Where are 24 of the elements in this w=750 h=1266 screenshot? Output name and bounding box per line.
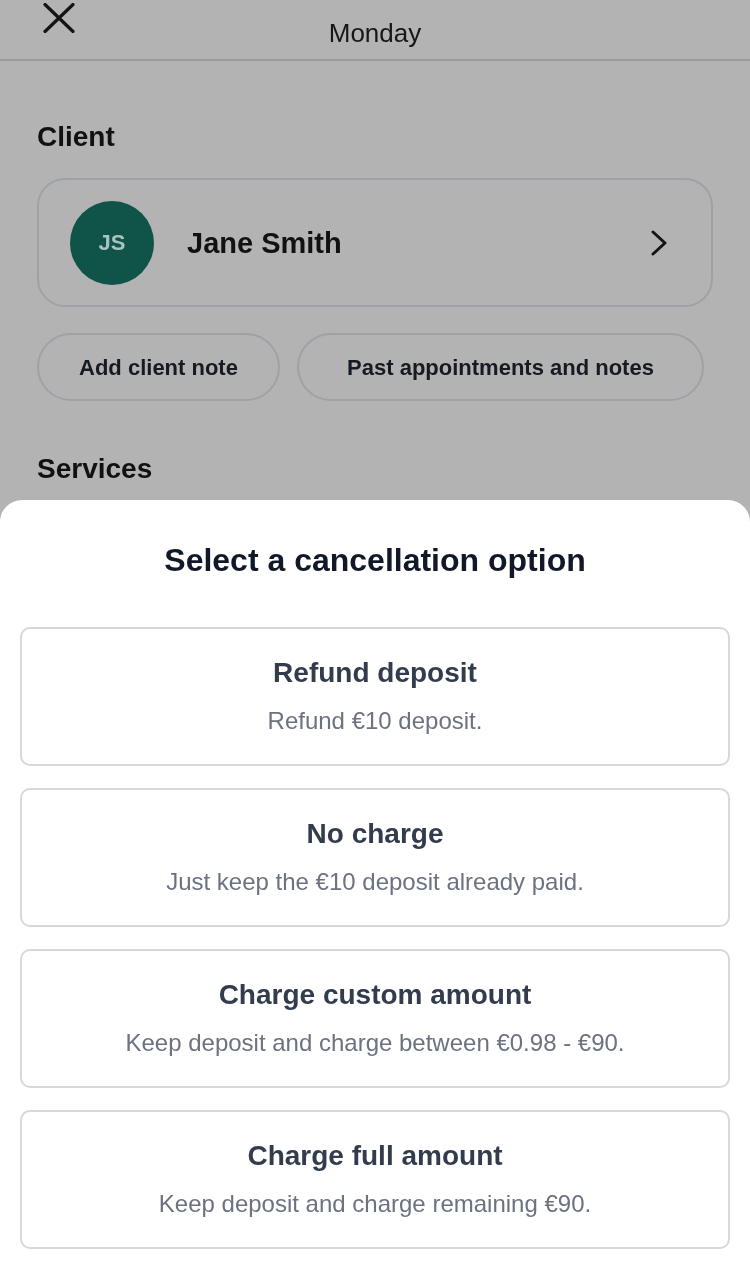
close-button[interactable]	[43, 3, 75, 33]
option-description: Keep deposit and charge remaining €90.	[158, 1189, 592, 1219]
option-description: Just keep the €10 deposit already paid.	[166, 867, 584, 897]
option-description: Keep deposit and charge between €0.98 - €90.	[125, 1028, 625, 1058]
option-title: No charge	[306, 818, 444, 850]
client-avatar: JS	[70, 200, 154, 285]
option-description: Refund €10 deposit.	[267, 706, 483, 736]
option-card[interactable]: Charge full amount Keep deposit and charge remaining €90.	[20, 1110, 730, 1249]
option-title: Refund deposit	[273, 657, 477, 689]
pill-button[interactable]: Past appointments and notes	[297, 333, 704, 401]
pill-button[interactable]: Add client note	[37, 333, 280, 401]
option-card[interactable]: Charge custom amount Keep deposit and charge between €0.98 - €90.	[20, 949, 730, 1088]
section-heading: Client	[37, 121, 116, 153]
option-title: Charge custom amount	[218, 979, 532, 1011]
chevron-right-icon	[651, 229, 667, 256]
client-card[interactable]: JS Jane Smith	[37, 178, 713, 307]
client-name: Jane Smith	[187, 225, 343, 260]
option-card[interactable]: Refund deposit Refund €10 deposit.	[20, 627, 730, 766]
day-title: Monday	[328, 17, 422, 50]
option-title: Charge full amount	[247, 1140, 503, 1172]
option-card[interactable]: No charge Just keep the €10 deposit already paid.	[20, 788, 730, 927]
section-heading: Services	[37, 453, 154, 485]
close-icon	[43, 3, 75, 33]
sheet-title: Select a cancellation option	[163, 541, 587, 580]
